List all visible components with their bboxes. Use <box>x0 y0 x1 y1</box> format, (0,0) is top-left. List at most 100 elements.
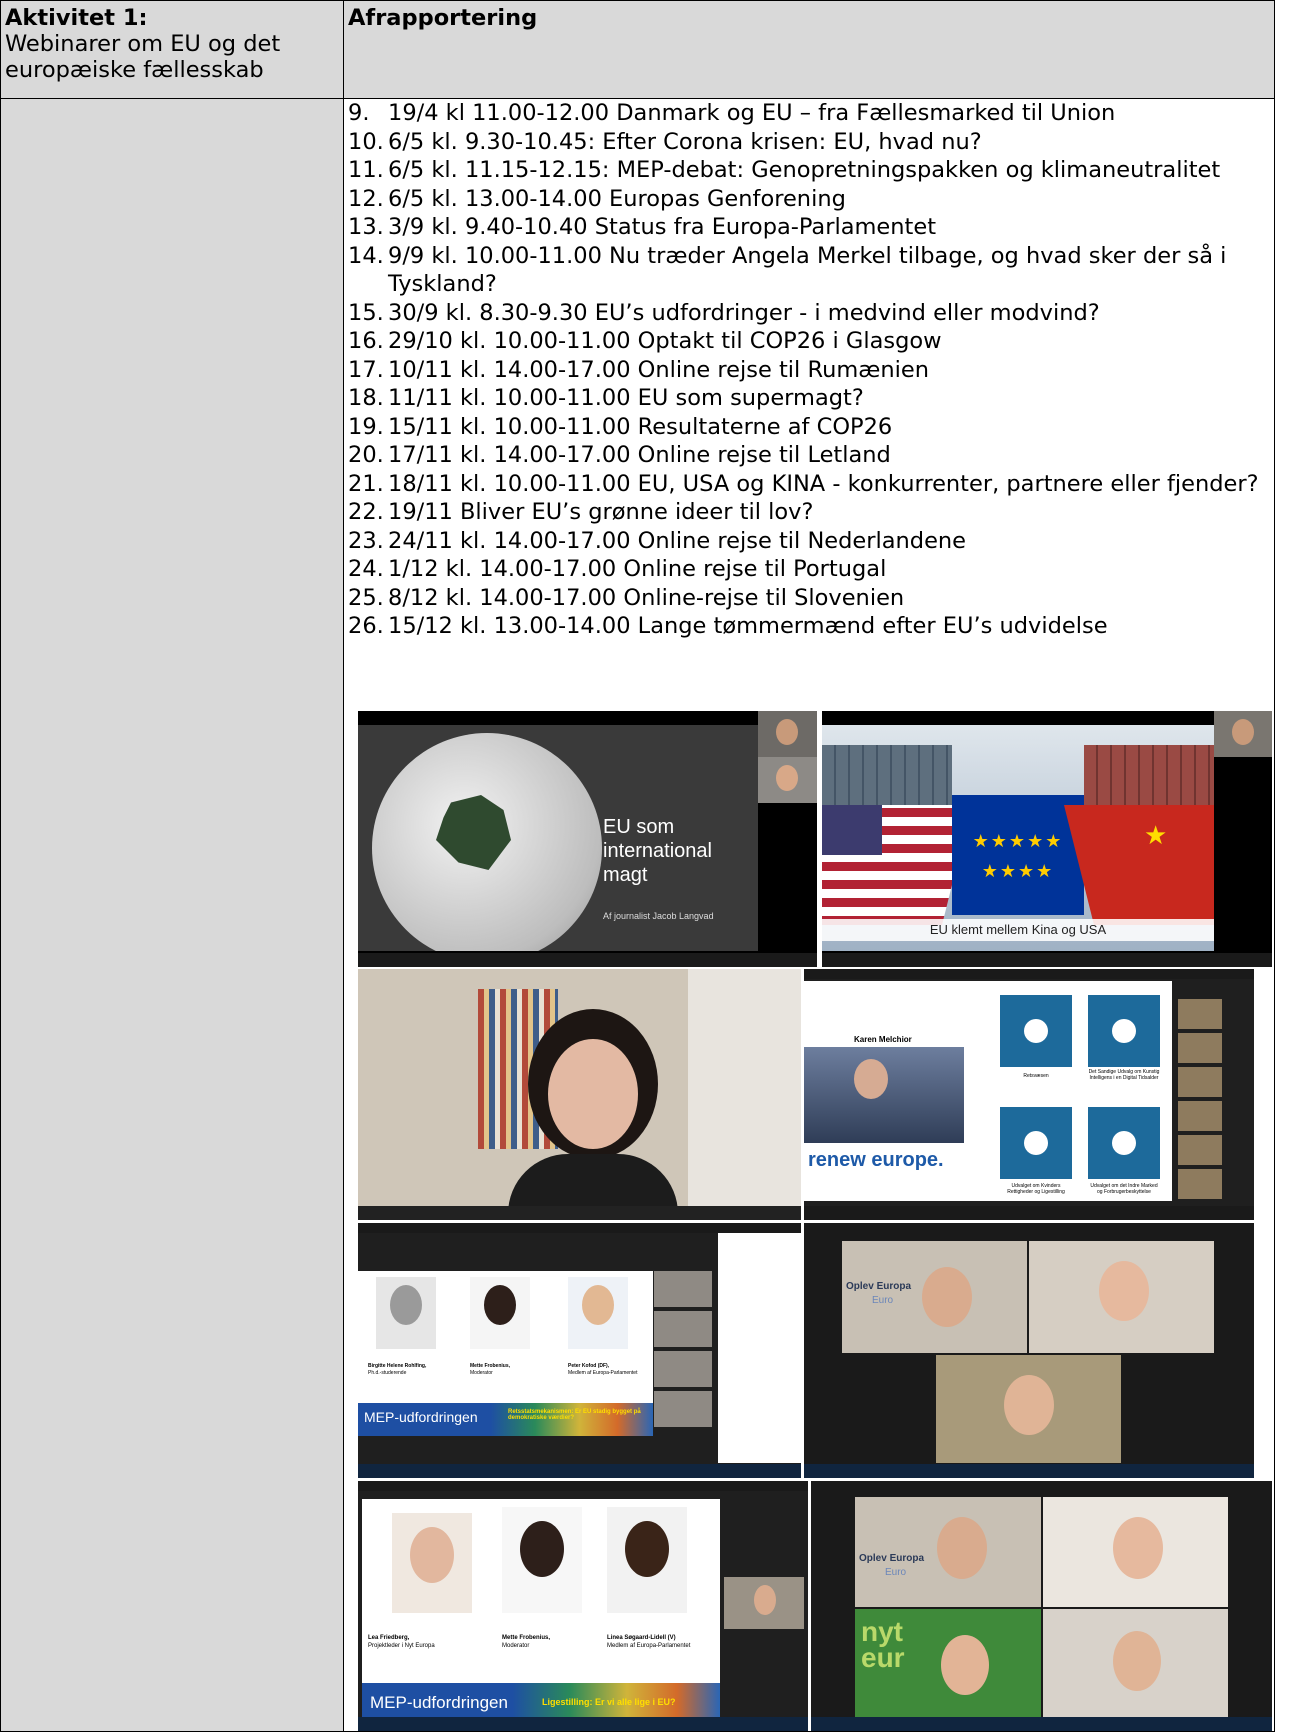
panelist-role: Medlem af Europa-Parlamentet <box>607 1643 691 1649</box>
event-item: 17. 10/11 kl. 14.00-17.00 Online rejse ti… <box>348 356 929 383</box>
event-item: 10. 6/5 kl. 9.30-10.45: Efter Corona kris… <box>348 128 982 155</box>
document-page: Aktivitet 1: Webinarer om EU og det euro… <box>0 0 1293 1732</box>
mep-topic: Ligestilling: Er vi alle lige i EU? <box>542 1697 676 1707</box>
eu-flag: ★★★★★ ★★★★ <box>952 795 1084 915</box>
zoom-top-bar <box>804 969 1254 979</box>
committee-tile <box>1088 1107 1160 1179</box>
mep-banner-title: MEP-udfordringen <box>370 1693 508 1712</box>
participant-video <box>1214 711 1272 757</box>
committee-label: Retsvæsen <box>1023 1073 1049 1079</box>
report-header-cell: Afrapportering <box>343 0 1275 99</box>
panelist-name: Lea Friedberg, <box>368 1635 410 1641</box>
participant-video <box>1043 1609 1228 1717</box>
event-item: 26. 15/12 kl. 13.00-14.00 Lange tømmermæn… <box>348 613 1108 639</box>
event-item: 16. 29/10 kl. 10.00-11.00 Optakt til COP2… <box>348 328 942 354</box>
panelist-photo <box>607 1507 687 1613</box>
windows-taskbar <box>358 1717 808 1731</box>
us-flag-canton <box>822 805 882 855</box>
panelist-photo <box>502 1507 582 1613</box>
participant-video: nyt eur <box>855 1609 1041 1717</box>
header-row: Aktivitet 1: Webinarer om EU og det euro… <box>0 0 1275 99</box>
slide: ★★★★★ ★★★★ ★ EU klemt mellem Kina og USA <box>822 725 1214 951</box>
event-item: 14. 9/9 kl. 10.00-11.00 Nu træder Angela … <box>348 242 1227 298</box>
event-item: 21. 18/11 kl. 10.00-11.00 EU, USA og KINA… <box>348 470 1259 497</box>
panelist-name: Linea Søgaard-Lidell (V) <box>607 1635 676 1641</box>
participant-video <box>758 711 817 757</box>
event-item: 23. 24/11 kl. 14.00-17.00 Online rejse ti… <box>348 527 967 554</box>
panelist-role: Moderator <box>470 1370 493 1376</box>
slide: EU som international magt Af journalist … <box>358 725 758 951</box>
event-item: 12. 6/5 kl. 13.00-14.00 Europas Genforeni… <box>348 185 846 212</box>
windows-taskbar <box>358 1464 801 1478</box>
committee-tile <box>1088 995 1160 1067</box>
panelist-name: Mette Frobenius, <box>502 1635 551 1641</box>
mep-banner-title: MEP-udfordringen <box>364 1409 478 1425</box>
speaker-face <box>548 1039 638 1149</box>
banner-text: Oplev Europa <box>846 1281 912 1292</box>
panelist-role: Projektleder i Nyt Europa <box>368 1643 435 1649</box>
event-item: 22. 19/11 Bliver EU’s grønne ideer til lo… <box>348 499 814 525</box>
activity-header-cell: Aktivitet 1: Webinarer om EU og det euro… <box>0 0 344 99</box>
zoom-top-bar <box>358 1481 808 1491</box>
event-item: 15. 30/9 kl. 8.30-9.30 EU’s udfordringer … <box>348 299 1100 326</box>
slide: Lea Friedberg, Projektleder i Nyt Europa… <box>362 1499 720 1725</box>
committee-label: Udvalget om det Indre Marked og Forbruge… <box>1090 1183 1158 1195</box>
container-stack-left <box>822 745 952 805</box>
windows-taskbar <box>804 1464 1254 1478</box>
zoom-top-bar <box>811 1481 1272 1491</box>
participant-video <box>1029 1241 1214 1353</box>
slide-byline: Af journalist Jacob Langvad <box>603 911 714 921</box>
screenshot-mep-challenge-rule-of-law: Birgitte Helene Rohlfing, Ph.d.-studeren… <box>358 1223 801 1478</box>
banner-subtext: Euro <box>872 1295 894 1306</box>
mep-topic: Retsstatsmekanismen: Er EU stadig bygget… <box>508 1409 641 1421</box>
banner-subtext: Euro <box>885 1567 907 1578</box>
event-item: 9. 19/4 kl 11.00-12.00 Danmark og EU – fr… <box>348 100 1116 126</box>
zoom-controls-bar <box>804 1206 1254 1220</box>
event-item: 19. 15/11 kl. 10.00-11.00 Resultaterne af… <box>348 413 893 440</box>
screenshot-speaker-video <box>358 969 801 1220</box>
banner-text: Oplev Europa <box>859 1553 925 1564</box>
speaker-name: Karen Melchior <box>854 1035 912 1044</box>
screenshot-eu-international-power: EU som international magt Af journalist … <box>358 711 817 967</box>
screenshot-renew-europe-slide: Karen Melchior renew europe. Retsvæsen D… <box>804 969 1254 1220</box>
panelist-name: Peter Kofod (DF), <box>568 1363 610 1369</box>
slide-caption: EU klemt mellem Kina og USA <box>822 919 1214 941</box>
participant-video: Oplev Europa Euro <box>855 1497 1041 1607</box>
committee-tile <box>1000 1107 1072 1179</box>
room-wall <box>688 969 801 1220</box>
slide: Karen Melchior renew europe. Retsvæsen D… <box>804 981 1172 1201</box>
panelist-role: Ph.d.-studerende <box>368 1370 407 1376</box>
event-item: 18. 11/11 kl. 10.00-11.00 EU som supermag… <box>348 385 864 411</box>
zoom-top-bar <box>804 1223 1254 1233</box>
panelist-role: Moderator <box>502 1643 530 1649</box>
mep-banner: MEP-udfordringen Retsstatsmekanismen: Er… <box>358 1403 653 1436</box>
panelist-photo <box>470 1277 530 1349</box>
report-title: Afrapportering <box>348 5 538 31</box>
speaker-photo <box>804 1047 964 1143</box>
panelist-photo <box>392 1513 472 1613</box>
windows-taskbar <box>811 1717 1272 1731</box>
event-item: 25. 8/12 kl. 14.00-17.00 Online-rejse til… <box>348 584 905 611</box>
zoom-top-bar <box>358 1223 801 1233</box>
container-stack-right <box>1084 745 1214 805</box>
slide-title-line1: EU som <box>603 816 675 838</box>
event-item: 20. 17/11 kl. 14.00-17.00 Online rejse ti… <box>348 442 891 468</box>
committee-label: Det Sandige Udvalg om Kunstig Intelligen… <box>1088 1069 1160 1081</box>
screenshot-oplev-europa-gallery: Oplev Europa Euro <box>804 1223 1254 1478</box>
panelist-role: Medlem af Europa-Parlamentet <box>568 1370 638 1376</box>
panelist-photo <box>568 1277 628 1349</box>
slide-title-line2: international <box>603 840 712 862</box>
participant-video <box>758 757 817 803</box>
screenshot-eu-between-china-usa: ★★★★★ ★★★★ ★ EU klemt mellem Kina og USA <box>822 711 1272 967</box>
video-controls-bar <box>358 953 817 967</box>
left-empty-cell <box>0 98 344 1732</box>
activity-subtitle: Webinarer om EU og det europæiske fælles… <box>5 31 281 83</box>
panelist-photo <box>376 1277 436 1349</box>
event-list: 9. 19/4 kl 11.00-12.00 Danmark og EU – fr… <box>348 99 1268 641</box>
china-flag-ship: ★ <box>1064 805 1214 925</box>
event-item: 24. 1/12 kl. 14.00-17.00 Online rejse til… <box>348 556 887 582</box>
screenshot-nyt-europa-gallery: Oplev Europa Euro nyt eur <box>811 1481 1272 1731</box>
committee-tile <box>1000 995 1072 1067</box>
participant-gallery <box>1178 999 1222 1199</box>
participant-video: Oplev Europa Euro <box>842 1241 1027 1353</box>
